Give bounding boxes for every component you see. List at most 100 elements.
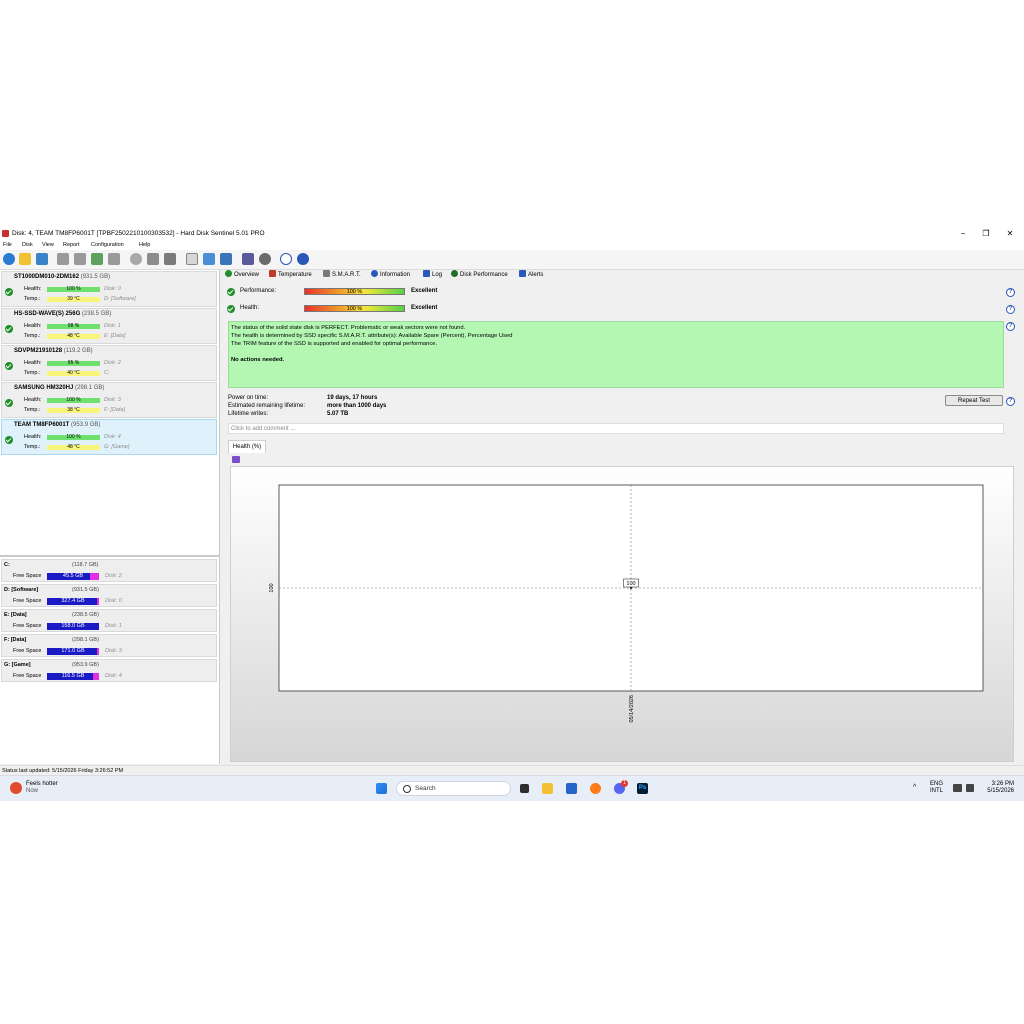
gray-disk-icon[interactable] [147, 253, 159, 265]
info-icon[interactable] [297, 253, 309, 265]
save-icon[interactable] [232, 456, 240, 463]
weather-icon[interactable] [10, 782, 22, 794]
check-icon [5, 362, 13, 370]
wrench-icon[interactable] [57, 253, 69, 265]
help-icon[interactable]: ? [1006, 397, 1015, 406]
clock[interactable]: 3:26 PM 5/15/2026 [984, 781, 1014, 795]
free-space-bar: 116.5 GB [47, 673, 99, 680]
volume-item-f[interactable]: F: [Data] (298.1 GB) Free Space 171.0 GB… [1, 634, 217, 657]
menu-file[interactable]: File [3, 240, 12, 250]
chevron-up-icon[interactable]: ^ [913, 784, 916, 791]
report-icon[interactable] [242, 253, 254, 265]
tab-overview[interactable]: Overview [225, 270, 259, 281]
help-icon[interactable]: ? [1006, 305, 1015, 314]
restore-button[interactable]: ❐ [975, 227, 997, 240]
pane-divider[interactable] [0, 555, 219, 557]
disk-ref: Disk: 1 [105, 623, 122, 629]
status-message-box: The status of the solid state disk is PE… [228, 321, 1004, 388]
health-bar: 100 % [47, 398, 100, 403]
volume-item-d[interactable]: D: [Software] (931.5 GB) Free Space 327.… [1, 584, 217, 607]
alert-icon[interactable] [19, 253, 31, 265]
check-icon [5, 325, 13, 333]
help-icon[interactable] [280, 253, 292, 265]
tab-disk-performance[interactable]: Disk Performance [451, 270, 508, 281]
health-bar: 100 % [304, 305, 405, 312]
disk-item-0[interactable]: ST1000DM010-2DM162 (931.5 GB) Health: 10… [1, 271, 217, 307]
hard-disk-sentinel-window: Disk: 4, TEAM TM8FP6001T [TPBF2502210100… [0, 227, 1024, 775]
backup-icon[interactable] [203, 253, 215, 265]
volume-size: (238.5 GB) [72, 612, 99, 618]
tab-log[interactable]: Log [423, 270, 442, 281]
free-space-label: Free Space [13, 573, 42, 579]
data-point [629, 586, 633, 590]
disk-ref: Disk: 0 [105, 598, 122, 604]
tab-alerts[interactable]: Alerts [519, 270, 543, 281]
temp-label: Temp.: [24, 333, 41, 339]
taskbar-search-input[interactable]: Search [396, 781, 511, 796]
search-placeholder: Search [415, 785, 436, 792]
wrench-check-icon[interactable] [91, 253, 103, 265]
network-icon[interactable] [220, 253, 232, 265]
gray-disk-icon[interactable] [130, 253, 142, 265]
photoshop-icon[interactable]: Ps [637, 783, 648, 794]
disk-info-icon[interactable] [36, 253, 48, 265]
wrench-icon[interactable] [108, 253, 120, 265]
volume-size: (118.7 GB) [72, 562, 99, 568]
volume-icon[interactable] [966, 784, 974, 792]
minimize-button[interactable]: − [952, 227, 974, 240]
menu-bar: File Disk View Report Configuration Help [0, 240, 1024, 250]
document-icon[interactable] [186, 253, 198, 265]
disk-ref: Disk: 3 [104, 397, 121, 403]
disk-item-4-selected[interactable]: TEAM TM8FP6001T (953.9 GB) Health: 100 %… [1, 419, 217, 455]
menu-help[interactable]: Help [139, 240, 150, 250]
gray-disk-icon[interactable] [164, 253, 176, 265]
disk-ref: Disk: 2 [105, 573, 122, 579]
file-explorer-icon[interactable] [542, 783, 553, 794]
disk-size: (298.1 GB) [75, 385, 105, 391]
disk-item-2[interactable]: SDVPM21910128 (119.2 GB) Health: 95 % Di… [1, 345, 217, 381]
help-icon[interactable]: ? [1006, 322, 1015, 331]
close-button[interactable]: ✕ [999, 227, 1021, 240]
remaining-lifetime-value: more than 1000 days [327, 403, 387, 409]
disk-item-3[interactable]: SAMSUNG HM320HJ (298.1 GB) Health: 100 %… [1, 382, 217, 418]
comment-input[interactable]: Click to add comment ... [228, 423, 1004, 434]
task-view-icon[interactable] [520, 784, 529, 793]
tab-information[interactable]: Information [371, 270, 410, 281]
volume-item-e[interactable]: E: [Data] (238.5 GB) Free Space 158.0 GB… [1, 609, 217, 632]
firefox-icon[interactable] [590, 783, 601, 794]
free-space-label: Free Space [13, 648, 42, 654]
network-tray-icon[interactable] [953, 784, 962, 792]
store-icon[interactable] [566, 783, 577, 794]
weather-title[interactable]: Feels hotter [26, 781, 58, 788]
tab-health-chart[interactable]: Health (%) [228, 440, 266, 453]
clock-date: 5/15/2026 [987, 788, 1014, 794]
windows-start-icon[interactable] [376, 783, 387, 794]
tab-smart[interactable]: S.M.A.R.T. [323, 270, 361, 281]
disk-item-1[interactable]: HS-SSD-WAVE(S) 256G (238.5 GB) Health: 9… [1, 308, 217, 344]
free-space-value: 171.0 GB [61, 648, 85, 654]
free-space-bar: 327.4 GB [47, 598, 99, 605]
volume-size: (931.5 GB) [72, 587, 99, 593]
check-icon [5, 399, 13, 407]
help-icon[interactable]: ? [1006, 288, 1015, 297]
menu-report[interactable]: Report [63, 240, 80, 250]
volume-item-c[interactable]: C: (118.7 GB) Free Space 45.5 GB Disk: 2 [1, 559, 217, 582]
window-title: Disk: 4, TEAM TM8FP6001T [TPBF2502210100… [12, 230, 265, 237]
status-line: The TRIM feature of the SSD is supported… [231, 341, 438, 347]
volume-item-g[interactable]: G: [Game] (953.9 GB) Free Space 116.5 GB… [1, 659, 217, 682]
health-label: Health: [24, 397, 42, 403]
app-icon [2, 230, 9, 237]
tab-temperature[interactable]: Temperature [269, 270, 312, 281]
volume-ref: G: [Game] [104, 444, 130, 450]
refresh-icon[interactable] [3, 253, 15, 265]
free-space-value: 45.5 GB [62, 573, 84, 579]
wrench-icon[interactable] [74, 253, 86, 265]
language-indicator[interactable]: ENG INTL [930, 781, 943, 795]
menu-configuration[interactable]: Configuration [91, 240, 124, 250]
gear-icon[interactable] [259, 253, 271, 265]
menu-view[interactable]: View [42, 240, 54, 250]
repeat-test-button[interactable]: Repeat Test [945, 395, 1003, 406]
tab-label: Log [432, 272, 443, 278]
volume-ref: D: [Software] [104, 296, 136, 302]
menu-disk[interactable]: Disk [22, 240, 33, 250]
